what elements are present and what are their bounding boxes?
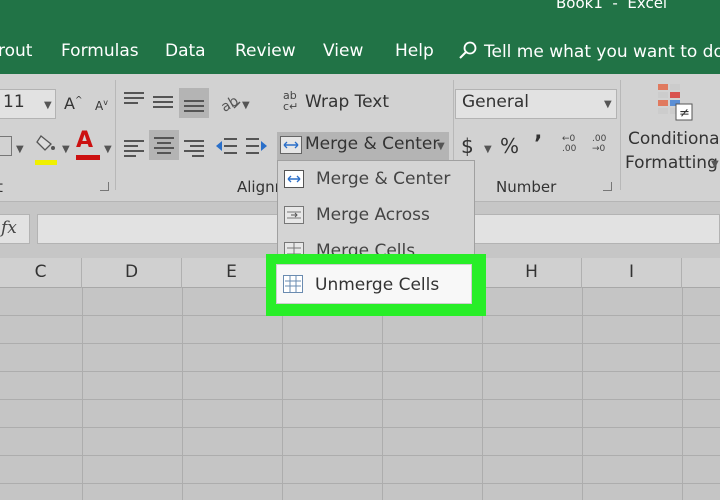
increase-decimal-icon[interactable]: ←0.00	[562, 134, 584, 158]
top-align-icon[interactable]	[124, 92, 144, 107]
tell-me-search[interactable]: Tell me what you want to do	[458, 40, 720, 62]
decrease-decimal-icon[interactable]: .00 →0	[592, 134, 614, 158]
column-header-c[interactable]: C	[0, 258, 82, 288]
worksheet-grid[interactable]	[0, 288, 720, 500]
column-header-h[interactable]: H	[482, 258, 582, 288]
orientation-chevron-icon[interactable]: ▼	[242, 100, 250, 111]
menu-item-merge-center[interactable]: Merge & Center	[278, 163, 474, 195]
orientation-icon[interactable]: ab	[218, 90, 242, 116]
number-dialog-launcher-icon[interactable]	[603, 182, 612, 191]
align-center-icon[interactable]	[149, 130, 179, 160]
grow-font-icon[interactable]: A^	[64, 94, 83, 113]
merge-center-icon	[280, 136, 302, 154]
bottom-align-icon[interactable]	[179, 88, 209, 118]
tab-layout[interactable]: rout	[0, 41, 32, 61]
percent-style-button[interactable]: %	[500, 134, 519, 158]
comma-style-button[interactable]: ’	[534, 132, 542, 157]
merge-center-icon	[284, 170, 304, 188]
increase-indent-icon[interactable]	[245, 136, 269, 156]
font-size-chevron-icon[interactable]: ▼	[44, 100, 52, 111]
font-color-icon[interactable]: A	[76, 130, 100, 162]
align-right-icon[interactable]	[184, 140, 204, 160]
merge-center-label: Merge & Center	[305, 134, 440, 154]
number-format-chevron-icon[interactable]: ▼	[604, 99, 612, 110]
number-format-value: General	[462, 92, 529, 112]
window-title: Book1 - Excel	[556, 0, 668, 12]
unmerge-cells-icon	[283, 275, 303, 293]
font-dialog-launcher-icon[interactable]	[100, 182, 109, 191]
menu-item-label: Merge & Center	[316, 169, 451, 189]
column-header-d[interactable]: D	[82, 258, 182, 288]
separator	[115, 80, 116, 190]
tab-help[interactable]: Help	[395, 41, 434, 61]
font-size-value: 11	[3, 92, 25, 112]
middle-align-icon[interactable]	[153, 96, 173, 111]
tab-formulas[interactable]: Formulas	[61, 41, 139, 61]
align-left-icon[interactable]	[124, 140, 144, 160]
search-icon	[459, 41, 477, 59]
title-bar: Book1 - Excel	[0, 0, 720, 28]
ribbon-tabs: rout Formulas Data Review View Help Tell…	[0, 28, 720, 74]
merge-center-button[interactable]: Merge & Center ▼	[277, 132, 449, 160]
conditional-formatting-label-2[interactable]: Formatting	[625, 153, 718, 173]
tab-view[interactable]: View	[323, 41, 363, 61]
column-header-i[interactable]: I	[582, 258, 682, 288]
menu-item-label: Unmerge Cells	[315, 275, 440, 295]
wrap-text-icon[interactable]: ab c↵	[283, 90, 301, 112]
borders-icon[interactable]	[0, 136, 12, 156]
menu-item-label: Merge Across	[316, 205, 430, 225]
fill-color-chevron-icon[interactable]: ▼	[62, 144, 70, 155]
font-color-chevron-icon[interactable]: ▼	[104, 144, 112, 155]
fill-color-icon[interactable]	[35, 132, 57, 165]
borders-chevron-icon[interactable]: ▼	[16, 144, 24, 155]
menu-item-merge-across[interactable]: Merge Across	[278, 199, 474, 231]
insert-function-button[interactable]: fx	[0, 214, 30, 244]
conditional-formatting-icon[interactable]: ≠	[656, 82, 694, 122]
number-group-label: Number	[496, 178, 557, 196]
tab-data[interactable]: Data	[165, 41, 206, 61]
currency-chevron-icon[interactable]: ▼	[484, 144, 492, 155]
wrap-text-button[interactable]: Wrap Text	[305, 92, 389, 112]
svg-text:≠: ≠	[679, 106, 690, 121]
merge-across-icon	[284, 206, 304, 224]
merge-center-chevron-icon: ▼	[437, 141, 445, 152]
tell-me-text: Tell me what you want to do	[484, 42, 720, 62]
shrink-font-icon[interactable]: Av	[95, 98, 108, 113]
number-format-combo[interactable]: General	[455, 89, 617, 119]
decrease-indent-icon[interactable]	[214, 136, 238, 156]
currency-format-button[interactable]: $	[461, 134, 474, 158]
conditional-formatting-label-1[interactable]: Conditional	[628, 129, 720, 149]
menu-item-unmerge-cells[interactable]: Unmerge Cells	[276, 264, 472, 304]
tab-review[interactable]: Review	[235, 41, 296, 61]
font-group-label: t	[0, 178, 3, 196]
separator	[620, 80, 621, 190]
conditional-formatting-chevron-icon[interactable]: ▼	[711, 159, 719, 170]
